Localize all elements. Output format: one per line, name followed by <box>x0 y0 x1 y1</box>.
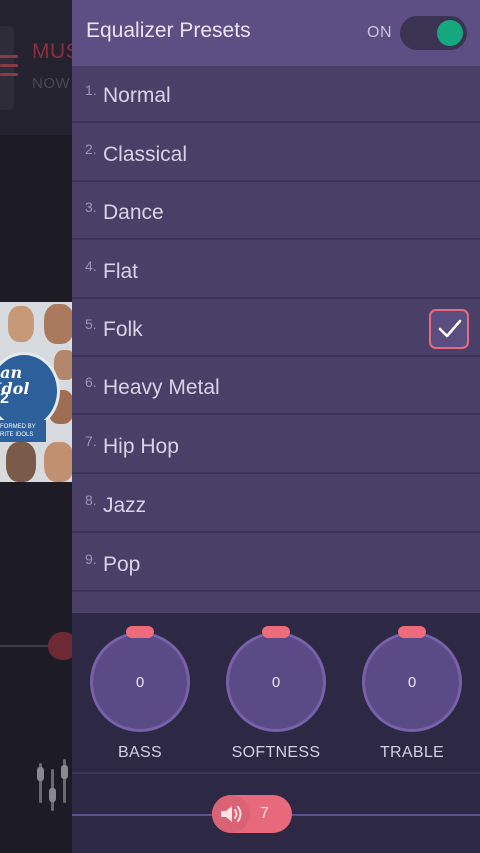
preset-name: Classical <box>103 143 188 166</box>
equalizer-drawer: Equalizer Presets ON 1. Normal 2. Classi… <box>72 0 480 853</box>
preset-item-dance[interactable]: 3. Dance <box>72 183 480 240</box>
speaker-icon <box>221 806 242 822</box>
preset-name: Normal <box>103 84 171 107</box>
preset-number: 2. <box>85 141 97 157</box>
preset-item-pop[interactable]: 9. Pop <box>72 535 480 592</box>
preset-name: Jazz <box>103 494 147 517</box>
album-logo-number: 2 <box>0 390 9 407</box>
preset-item-folk[interactable]: 5. Folk <box>72 300 480 357</box>
drawer-header: Equalizer Presets ON <box>72 0 480 66</box>
knobs-divider <box>72 772 480 774</box>
equalizer-icon[interactable] <box>36 755 70 811</box>
knob-indicator <box>398 626 426 638</box>
toggle-label: ON <box>367 24 392 41</box>
knob-value: 0 <box>135 674 145 691</box>
preset-item-heavy-metal[interactable]: 6. Heavy Metal <box>72 358 480 415</box>
album-art[interactable]: ian Idol 2 FORMED BY RITE IDOLS <box>0 302 72 482</box>
toggle-thumb <box>437 20 463 46</box>
preset-item-jazz[interactable]: 8. Jazz <box>72 476 480 533</box>
equalizer-toggle[interactable] <box>400 16 467 50</box>
preset-number: 7. <box>85 433 97 449</box>
knob-label: TRABLE <box>379 744 445 761</box>
album-strip-text: FORMED BY RITE IDOLS <box>0 424 36 438</box>
trable-knob[interactable]: 0 TRABLE <box>362 626 462 761</box>
preset-item-hip-hop[interactable]: 7. Hip Hop <box>72 417 480 474</box>
knob-label: SOFTNESS <box>231 744 321 761</box>
volume-value: 7 <box>260 805 269 822</box>
preset-name: Heavy Metal <box>103 376 220 399</box>
bass-knob[interactable]: 0 BASS <box>90 626 190 761</box>
preset-number: 6. <box>85 374 97 390</box>
drawer-title: Equalizer Presets <box>86 19 251 42</box>
preset-name: Hip Hop <box>103 435 179 458</box>
knob-value: 0 <box>407 674 417 691</box>
preset-name: Dance <box>103 201 164 224</box>
volume-slider-thumb[interactable]: 7 <box>212 795 292 833</box>
preset-number: 9. <box>85 551 97 567</box>
background-subtitle: NOW <box>32 75 71 92</box>
selected-check-icon[interactable] <box>429 309 469 349</box>
knob-value: 0 <box>271 674 281 691</box>
preset-number: 1. <box>85 82 97 98</box>
preset-number: 4. <box>85 258 97 274</box>
preset-item-classical[interactable]: 2. Classical <box>72 125 480 182</box>
preset-name: Pop <box>103 553 141 576</box>
hamburger-icon[interactable] <box>0 55 18 81</box>
softness-knob[interactable]: 0 SOFTNESS <box>226 626 326 761</box>
knob-indicator <box>126 626 154 638</box>
preset-number: 5. <box>85 316 97 332</box>
knobs-panel: 0 BASS 0 SOFTNESS 0 TRABLE 7 <box>72 613 480 853</box>
knob-label: BASS <box>118 744 162 761</box>
preset-name: Flat <box>103 260 139 283</box>
preset-name: Folk <box>103 318 143 341</box>
preset-number: 8. <box>85 492 97 508</box>
preset-item-normal[interactable]: 1. Normal <box>72 66 480 123</box>
preset-number: 3. <box>85 199 97 215</box>
preset-item-flat[interactable]: 4. Flat <box>72 242 480 299</box>
knob-indicator <box>262 626 290 638</box>
